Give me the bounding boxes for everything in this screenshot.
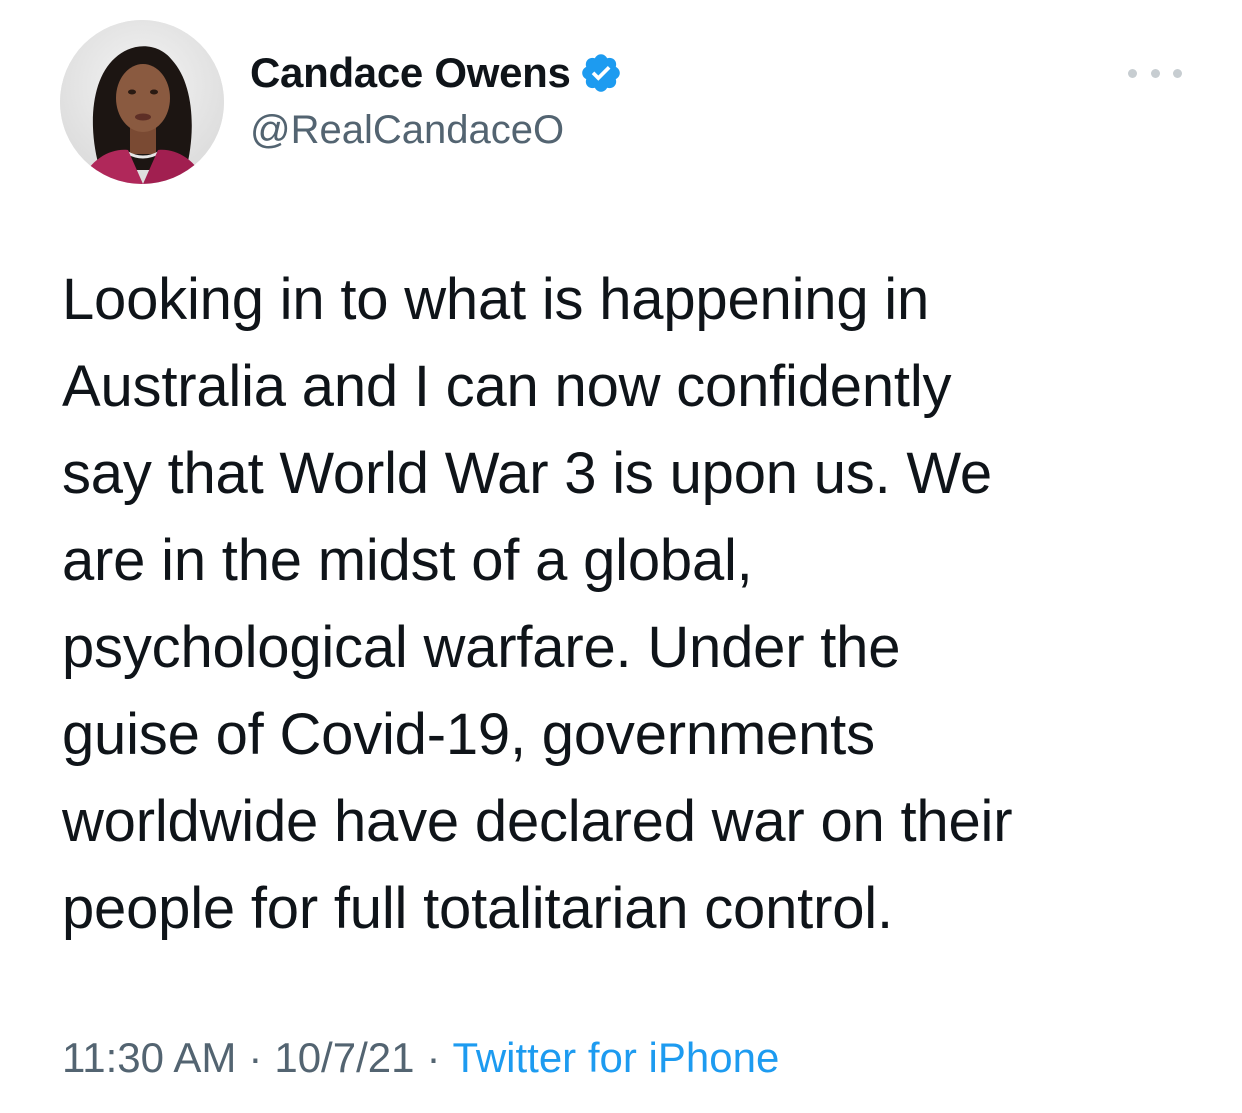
author-handle[interactable]: @RealCandaceO: [250, 108, 564, 153]
tweet-card: Candace Owens @RealCandaceO Looking in t…: [0, 0, 1242, 1113]
profile-photo-icon: [60, 20, 224, 184]
tweet-source-link[interactable]: Twitter for iPhone: [452, 1034, 779, 1081]
tweet-date[interactable]: 10/7/21: [274, 1034, 414, 1081]
more-dot: [1150, 68, 1160, 78]
more-dot: [1173, 68, 1182, 78]
meta-separator: ·: [248, 1034, 263, 1081]
tweet-time[interactable]: 11:30 AM: [62, 1034, 236, 1081]
tweet-text: Looking in to what is happening in Austr…: [62, 267, 1013, 941]
meta-separator: ·: [426, 1034, 441, 1081]
more-options-icon[interactable]: [1128, 58, 1182, 88]
tweet-meta: 11:30 AM · 10/7/21 · Twitter for iPhone: [62, 1030, 779, 1086]
more-dot: [1128, 68, 1137, 78]
verified-badge-icon: [579, 51, 623, 95]
author-name-row: Candace Owens: [250, 48, 623, 98]
author-avatar[interactable]: [60, 20, 224, 184]
author-display-name[interactable]: Candace Owens: [250, 49, 571, 97]
